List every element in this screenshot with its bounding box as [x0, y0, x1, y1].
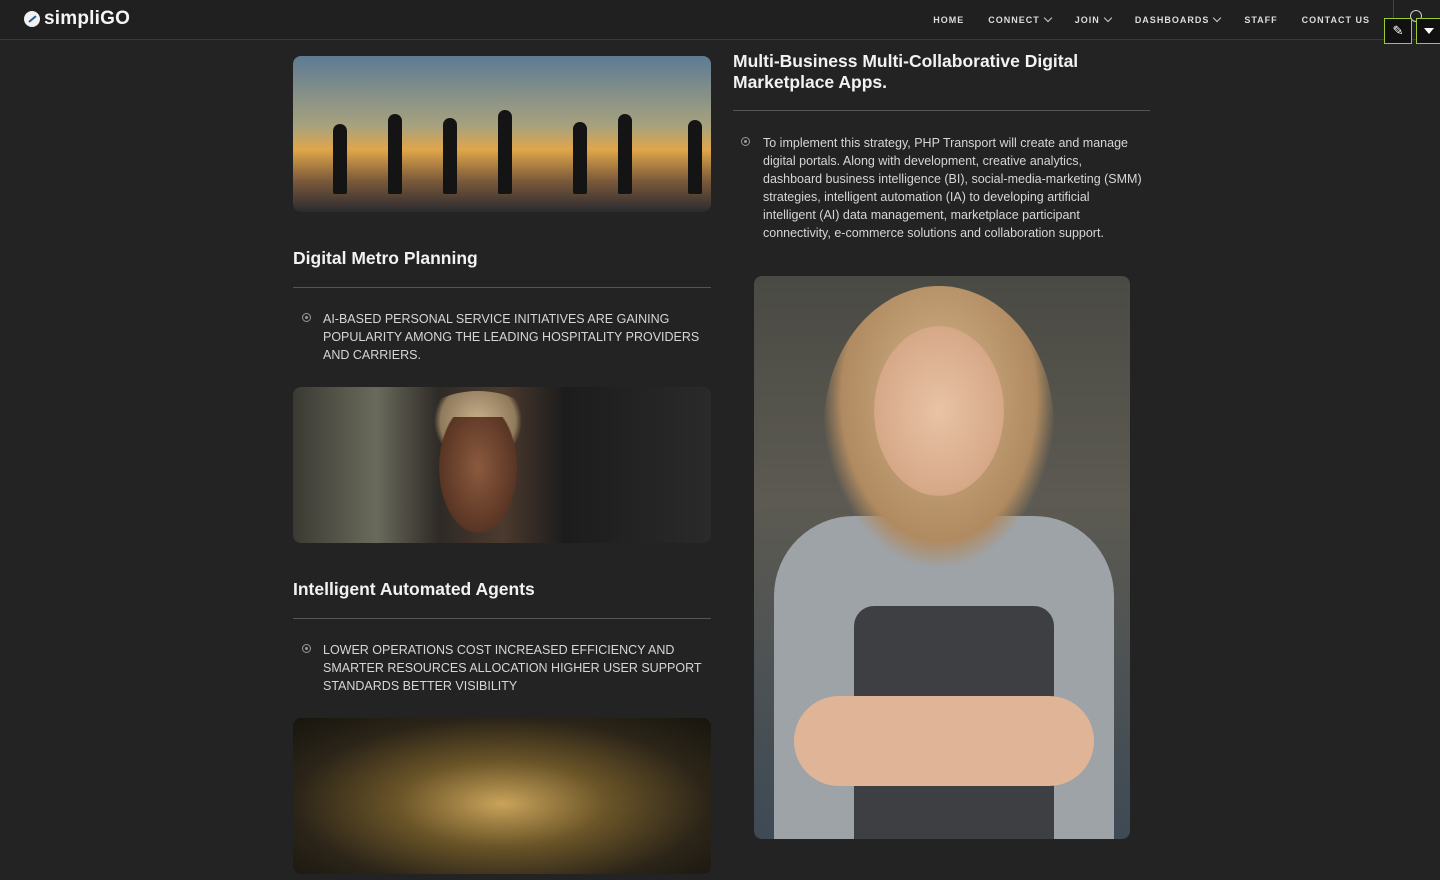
nav-staff-label: STAFF	[1244, 15, 1278, 25]
divider	[733, 110, 1150, 111]
section-title-intelligent-agents: Intelligent Automated Agents	[293, 579, 535, 599]
bullet-icon	[302, 313, 311, 322]
options-dropdown-button[interactable]	[1416, 18, 1440, 44]
section-title-digital-metro: Digital Metro Planning	[293, 248, 478, 268]
nav-staff[interactable]: STAFF	[1244, 15, 1277, 25]
digital-metro-text: AI-BASED PERSONAL SERVICE INITIATIVES AR…	[323, 312, 700, 362]
chevron-down-icon	[1103, 13, 1113, 23]
city-night-aerial-image	[293, 718, 711, 874]
brand-logo[interactable]: simpliGO	[24, 8, 130, 30]
page-title: Multi-Business Multi-Collaborative Digit…	[733, 51, 1079, 92]
nav-home-label: HOME	[933, 15, 965, 25]
brand-name: simpliGO	[44, 8, 131, 29]
top-navigation-bar: simpliGO HOME CONNECT JOIN DASHBOARDS ST…	[0, 0, 1440, 40]
woman-glasses-image	[293, 387, 711, 543]
nav-connect[interactable]: CONNECT	[988, 13, 1053, 25]
intelligent-agents-text: LOWER OPERATIONS COST INCREASED EFFICIEN…	[323, 643, 702, 693]
bullet-icon	[741, 137, 750, 146]
divider	[293, 618, 711, 619]
travelers-airport-image	[293, 56, 711, 212]
nav-dashboards-label: DASHBOARDS	[1134, 15, 1210, 25]
nav-join-label: JOIN	[1074, 15, 1100, 25]
barista-woman-image	[754, 276, 1130, 839]
nav-home[interactable]: HOME	[933, 15, 964, 25]
edit-button[interactable]: ✎	[1384, 18, 1412, 44]
main-nav: HOME CONNECT JOIN DASHBOARDS STAFF CONTA…	[933, 0, 1370, 40]
caret-down-icon	[1423, 28, 1434, 34]
nav-contact-us-label: CONTACT US	[1301, 15, 1370, 25]
nav-connect-label: CONNECT	[988, 15, 1040, 25]
nav-dashboards[interactable]: DASHBOARDS	[1134, 13, 1222, 25]
chevron-down-icon	[1213, 13, 1222, 23]
strategy-text: To implement this strategy, PHP Transpor…	[763, 136, 1142, 240]
divider	[293, 287, 711, 288]
nav-contact-us[interactable]: CONTACT US	[1302, 15, 1370, 25]
nav-join[interactable]: JOIN	[1074, 13, 1113, 25]
bullet-icon	[302, 644, 311, 653]
edit-icon: ✎	[1392, 23, 1404, 38]
chevron-down-icon	[1043, 13, 1053, 23]
logo-icon	[24, 11, 40, 27]
